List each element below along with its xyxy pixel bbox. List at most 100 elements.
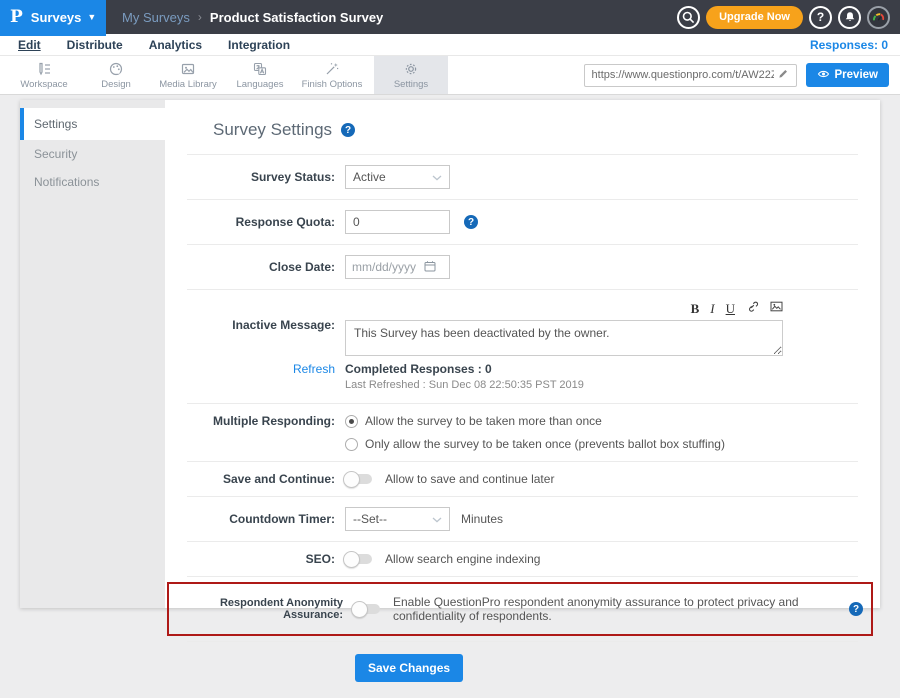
chevron-down-icon: ▼ [87, 12, 96, 22]
countdown-timer-value: --Set-- [353, 512, 387, 526]
tab-analytics[interactable]: Analytics [149, 38, 202, 52]
respondent-anonymity-row-highlighted: Respondent Anonymity Assurance: Enable Q… [167, 582, 873, 636]
close-date-field[interactable] [345, 255, 450, 279]
breadcrumb: My Surveys › Product Satisfaction Survey [122, 10, 383, 25]
multiple-responding-options: Allow the survey to be taken more than o… [345, 414, 725, 451]
respondent-anonymity-toggle[interactable] [353, 604, 380, 614]
save-changes-button[interactable]: Save Changes [355, 654, 463, 682]
calendar-icon[interactable] [424, 260, 436, 275]
completed-responses: Completed Responses : 0 [345, 362, 584, 376]
tab-edit[interactable]: Edit [18, 38, 41, 52]
seo-label: SEO: [187, 552, 345, 566]
breadcrumb-my-surveys[interactable]: My Surveys [122, 10, 190, 25]
italic-icon[interactable]: I [710, 301, 714, 317]
magic-wand-icon [324, 61, 340, 77]
refresh-link[interactable]: Refresh [187, 362, 345, 376]
survey-status-row: Survey Status: Active [187, 155, 858, 199]
toolbar-tab-label: Settings [394, 79, 428, 90]
edit-url-pencil-icon[interactable] [778, 66, 789, 84]
image-icon[interactable] [770, 300, 783, 317]
toolbar-right: https://www.questionpro.com/t/AW22Zf4yf … [584, 56, 900, 94]
product-switcher[interactable]: P Surveys ▼ [0, 0, 106, 34]
response-quota-row: Response Quota: ? [187, 200, 858, 244]
page-title: Survey Settings ? [213, 120, 858, 140]
respondent-anonymity-help-icon[interactable]: ? [849, 602, 863, 616]
languages-translate-icon [252, 61, 268, 77]
survey-status-select[interactable]: Active [345, 165, 450, 189]
save-row: Save Changes [187, 642, 858, 698]
close-date-row: Close Date: [187, 245, 858, 289]
radio-allow-multiple[interactable]: Allow the survey to be taken more than o… [345, 414, 725, 428]
underline-icon[interactable]: U [726, 301, 735, 317]
radio-label: Only allow the survey to be taken once (… [365, 437, 725, 451]
toolbar-tab-languages[interactable]: Languages [224, 56, 296, 94]
notifications-bell-icon[interactable] [838, 6, 861, 29]
survey-nav: Edit Distribute Analytics Integration Re… [0, 34, 900, 56]
preview-button[interactable]: Preview [806, 63, 889, 87]
responses-count[interactable]: Responses: 0 [810, 38, 888, 52]
settings-card: Settings Security Notifications Survey S… [20, 100, 880, 608]
top-actions: Upgrade Now ? [677, 6, 900, 29]
workspace-icon [36, 61, 52, 77]
tab-integration[interactable]: Integration [228, 38, 290, 52]
countdown-timer-row: Countdown Timer: --Set-- Minutes [187, 497, 858, 541]
page-title-text: Survey Settings [213, 120, 332, 140]
countdown-timer-select[interactable]: --Set-- [345, 507, 450, 531]
save-and-continue-toggle[interactable] [345, 474, 372, 484]
top-bar: P Surveys ▼ My Surveys › Product Satisfa… [0, 0, 900, 34]
radio-unchecked-icon[interactable] [345, 438, 358, 451]
sidebar-item-settings[interactable]: Settings [20, 108, 165, 140]
save-and-continue-text: Allow to save and continue later [385, 472, 554, 486]
search-icon[interactable] [677, 6, 700, 29]
toolbar-tab-settings[interactable]: Settings [374, 56, 448, 94]
survey-status-value: Active [353, 170, 386, 184]
save-and-continue-row: Save and Continue: Allow to save and con… [187, 462, 858, 496]
app-name: Surveys [31, 10, 82, 25]
chevron-down-icon [432, 512, 442, 526]
toolbar-tab-label: Languages [236, 79, 283, 90]
radio-label: Allow the survey to be taken more than o… [365, 414, 602, 428]
usage-meter-icon[interactable] [867, 6, 890, 29]
last-refreshed: Last Refreshed : Sun Dec 08 22:50:35 PST… [345, 379, 584, 391]
active-tab-indicator [0, 34, 106, 36]
close-date-input[interactable] [352, 260, 424, 274]
toolbar-tab-workspace[interactable]: Workspace [8, 56, 80, 94]
toolbar-tab-media-library[interactable]: Media Library [152, 56, 224, 94]
toolbar-tab-finish-options[interactable]: Finish Options [296, 56, 368, 94]
radio-allow-once[interactable]: Only allow the survey to be taken once (… [345, 437, 725, 451]
bold-icon[interactable]: B [691, 301, 700, 317]
refresh-row: Refresh Completed Responses : 0 Last Ref… [187, 356, 858, 403]
divider [187, 576, 858, 577]
breadcrumb-separator: › [198, 10, 202, 24]
response-quota-input[interactable] [345, 210, 450, 234]
toolbar-tab-label: Media Library [159, 79, 217, 90]
inactive-message-editor: B I U This Survey has been deactivated b… [345, 300, 783, 356]
close-date-label: Close Date: [187, 260, 345, 274]
sidebar-item-notifications[interactable]: Notifications [20, 168, 165, 196]
radio-checked-icon[interactable] [345, 415, 358, 428]
inactive-message-label: Inactive Message: [187, 318, 345, 332]
upgrade-now-button[interactable]: Upgrade Now [706, 6, 803, 29]
response-quota-help-icon[interactable]: ? [464, 215, 478, 229]
design-palette-icon [108, 61, 124, 77]
rich-text-toolbar: B I U [345, 300, 783, 317]
survey-url-field[interactable]: https://www.questionpro.com/t/AW22Zf4yf [584, 64, 797, 87]
inactive-message-textarea[interactable]: This Survey has been deactivated by the … [345, 320, 783, 356]
seo-toggle[interactable] [345, 554, 372, 564]
inactive-message-row: Inactive Message: B I U This Survey has … [187, 290, 858, 356]
chevron-down-icon [432, 170, 442, 184]
seo-row: SEO: Allow search engine indexing [187, 542, 858, 576]
countdown-timer-label: Countdown Timer: [187, 512, 345, 526]
help-icon[interactable]: ? [809, 6, 832, 29]
survey-url-value: https://www.questionpro.com/t/AW22Zf4yf [592, 69, 774, 81]
sidebar-item-security[interactable]: Security [20, 140, 165, 168]
tab-distribute[interactable]: Distribute [67, 38, 123, 52]
settings-sidebar: Settings Security Notifications [20, 100, 165, 608]
response-quota-label: Response Quota: [187, 215, 345, 229]
survey-settings-help-icon[interactable]: ? [341, 123, 355, 137]
toolbar-tab-label: Finish Options [302, 79, 363, 90]
link-icon[interactable] [746, 300, 759, 317]
toolbar-tab-design[interactable]: Design [80, 56, 152, 94]
seo-text: Allow search engine indexing [385, 552, 540, 566]
multiple-responding-row: Multiple Responding: Allow the survey to… [187, 404, 858, 461]
